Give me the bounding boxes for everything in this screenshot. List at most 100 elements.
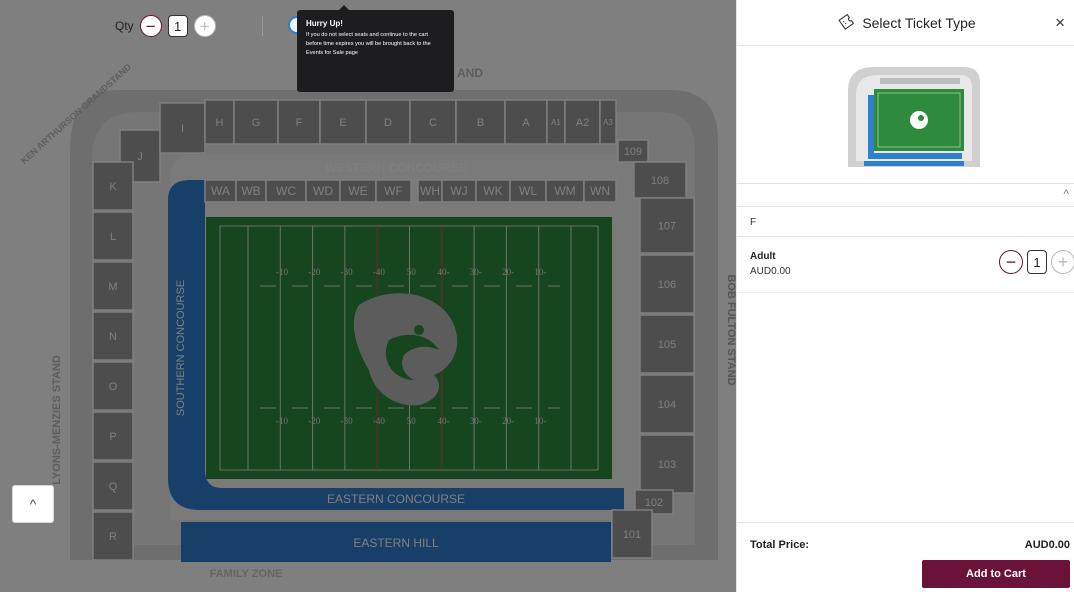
- seat-section-109[interactable]: 109: [617, 139, 649, 163]
- svg-text:101: 101: [623, 529, 641, 541]
- svg-text:WC: WC: [276, 184, 296, 198]
- ticket-accordion-header[interactable]: ^: [737, 183, 1074, 207]
- seat-section-wd[interactable]: WD: [305, 179, 341, 203]
- svg-text:A: A: [522, 117, 530, 129]
- seat-section-m[interactable]: M: [92, 261, 134, 311]
- yard-number: -10: [276, 416, 288, 426]
- seat-section-a3[interactable]: A3: [599, 99, 617, 145]
- seat-section-108[interactable]: 108: [633, 161, 687, 199]
- svg-text:105: 105: [658, 339, 676, 351]
- seat-section-e[interactable]: E: [319, 99, 367, 145]
- seat-section-103[interactable]: 103: [639, 434, 695, 494]
- panel-title: Select Ticket Type: [862, 14, 976, 31]
- svg-text:WF: WF: [384, 184, 403, 198]
- panel-footer: Total Price: AUD0.00 Add to Cart: [737, 522, 1074, 592]
- yard-number: 10-: [534, 267, 546, 277]
- svg-text:107: 107: [658, 220, 676, 232]
- map-collapse-button[interactable]: ^: [12, 485, 54, 523]
- tooltip-body: If you do not select seats and continue …: [306, 32, 431, 56]
- hurry-up-tooltip: Hurry Up! If you do not select seats and…: [297, 5, 454, 92]
- yard-number: 20-: [502, 416, 514, 426]
- add-to-cart-button[interactable]: Add to Cart: [922, 560, 1070, 588]
- lyons-menzies-stand-label: LYONS-MENZIES STAND: [51, 355, 63, 485]
- eastern-concourse-label: EASTERN CONCOURSE: [327, 492, 465, 506]
- ticket-decrement-button[interactable]: −: [999, 250, 1023, 274]
- ticket-name: Adult: [750, 251, 776, 262]
- seat-section-wj[interactable]: WJ: [441, 179, 477, 203]
- seat-section-q[interactable]: Q: [92, 461, 134, 511]
- svg-text:E: E: [339, 117, 346, 129]
- svg-text:K: K: [109, 181, 117, 193]
- seat-section-107[interactable]: 107: [639, 197, 695, 254]
- seat-section-wm[interactable]: WM: [545, 179, 585, 203]
- yard-number: -20: [308, 416, 320, 426]
- seat-section-wk[interactable]: WK: [475, 179, 511, 203]
- seat-section-o[interactable]: O: [92, 361, 134, 411]
- seat-section-k[interactable]: K: [92, 161, 134, 211]
- ticket-qty-value: 1: [1027, 250, 1047, 274]
- seat-section-b[interactable]: B: [455, 99, 506, 145]
- chevron-up-icon: ^: [29, 496, 37, 512]
- total-price-label: Total Price:: [750, 539, 810, 551]
- seat-section-a2[interactable]: A2: [564, 99, 601, 145]
- seat-section-wn[interactable]: WN: [583, 179, 617, 203]
- seat-section-101[interactable]: 101: [611, 509, 653, 559]
- yard-number: -10: [276, 267, 288, 277]
- yard-number: -40: [373, 267, 385, 277]
- stadium-map[interactable]: -10 -10 -20 -20 -30 -30 -40 -40 50 50 40- 40- 30- 30-…: [0, 0, 736, 592]
- ticket-increment-button[interactable]: +: [1051, 250, 1074, 274]
- seat-section-wl[interactable]: WL: [509, 179, 547, 203]
- seat-section-f[interactable]: F: [277, 99, 321, 145]
- close-button[interactable]: ×: [1055, 13, 1065, 33]
- svg-text:M: M: [108, 281, 117, 293]
- stadium-thumbnail: [848, 67, 980, 167]
- family-zone-label: FAMILY ZONE: [210, 568, 283, 580]
- svg-text:WJ: WJ: [450, 184, 467, 198]
- seat-section-104[interactable]: 104: [639, 374, 695, 434]
- qty-decrement-button[interactable]: −: [139, 15, 162, 37]
- yard-number: 20-: [502, 267, 514, 277]
- svg-text:104: 104: [658, 399, 676, 411]
- svg-text:109: 109: [624, 146, 642, 158]
- svg-text:A2: A2: [576, 117, 589, 129]
- seat-section-i[interactable]: I: [159, 102, 206, 154]
- seat-section-h[interactable]: H: [204, 99, 235, 145]
- seat-section-n[interactable]: N: [92, 311, 134, 361]
- seat-section-d[interactable]: D: [365, 99, 411, 145]
- svg-text:N: N: [109, 331, 117, 343]
- seat-section-wh[interactable]: WH: [417, 179, 443, 203]
- yard-number: 50: [407, 416, 417, 426]
- north-stand-label: AND: [457, 66, 483, 80]
- seat-section-wc[interactable]: WC: [265, 179, 307, 203]
- ticket-row-adult: Adult AUD0.00 − 1 +: [737, 237, 1074, 293]
- svg-text:WN: WN: [590, 184, 610, 198]
- seat-section-a[interactable]: A: [504, 99, 548, 145]
- seat-section-wf[interactable]: WF: [375, 179, 412, 203]
- ticket-price: AUD0.00: [750, 266, 791, 277]
- seat-section-r[interactable]: R: [92, 511, 134, 561]
- quantity-control: Qty − 1 +: [115, 12, 216, 40]
- yard-number: 40-: [438, 267, 450, 277]
- svg-text:O: O: [109, 381, 118, 393]
- ticket-icon: [838, 13, 855, 30]
- yard-number: 50: [407, 267, 417, 277]
- seat-section-we[interactable]: WE: [339, 179, 377, 203]
- seat-section-c[interactable]: C: [409, 99, 457, 145]
- svg-text:A3: A3: [603, 118, 613, 127]
- seat-section-g[interactable]: G: [233, 99, 279, 145]
- seat-section-wa[interactable]: WA: [204, 179, 237, 203]
- svg-text:A1: A1: [551, 118, 561, 127]
- seat-section-a1[interactable]: A1: [546, 99, 566, 145]
- yard-number: 10-: [534, 416, 546, 426]
- ticket-type-panel: Select Ticket Type × ^ F Adult AUD0.00 −…: [736, 0, 1074, 592]
- qty-increment-button[interactable]: +: [193, 15, 216, 37]
- svg-text:108: 108: [651, 175, 669, 187]
- seat-section-l[interactable]: L: [92, 211, 134, 261]
- seat-section-wb[interactable]: WB: [235, 179, 267, 203]
- svg-text:WA: WA: [211, 184, 230, 198]
- seat-section-106[interactable]: 106: [639, 254, 695, 314]
- seat-section-105[interactable]: 105: [639, 314, 695, 374]
- svg-text:WH: WH: [420, 184, 440, 198]
- seat-section-p[interactable]: P: [92, 411, 134, 461]
- svg-text:D: D: [384, 117, 392, 129]
